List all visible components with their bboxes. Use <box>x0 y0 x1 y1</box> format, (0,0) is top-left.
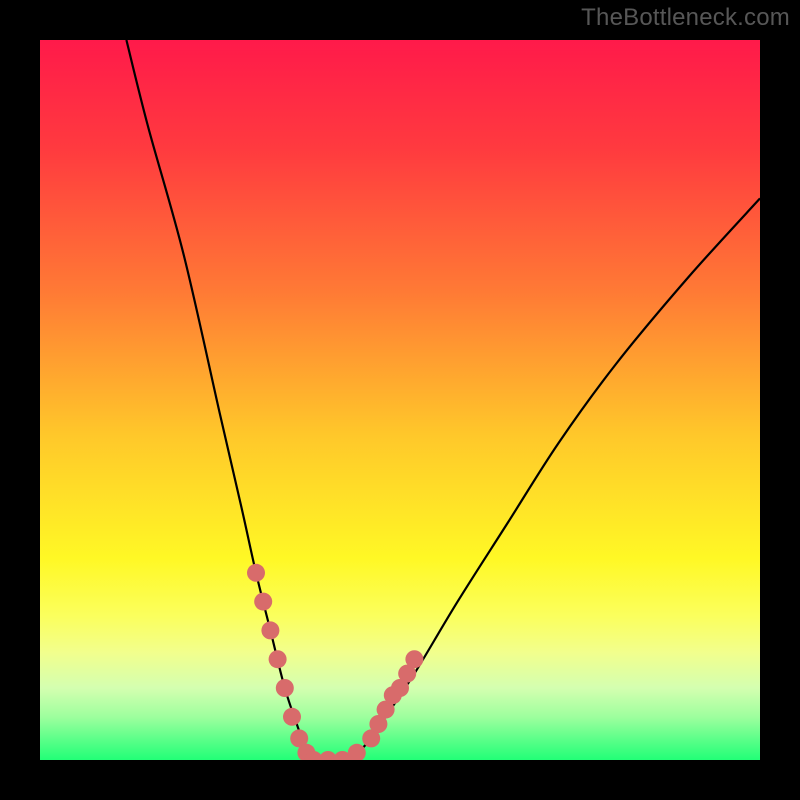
highlight-point <box>254 593 272 611</box>
plot-area <box>40 40 760 760</box>
highlight-point <box>283 708 301 726</box>
watermark-text: TheBottleneck.com <box>581 4 790 32</box>
highlight-point <box>405 650 423 668</box>
highlight-point <box>247 564 265 582</box>
curve-layer <box>40 40 760 760</box>
highlight-point <box>276 679 294 697</box>
highlight-point <box>269 650 287 668</box>
highlight-point <box>261 621 279 639</box>
chart-container: TheBottleneck.com <box>0 0 800 800</box>
highlight-markers <box>247 564 423 760</box>
bottleneck-curve <box>126 40 760 760</box>
